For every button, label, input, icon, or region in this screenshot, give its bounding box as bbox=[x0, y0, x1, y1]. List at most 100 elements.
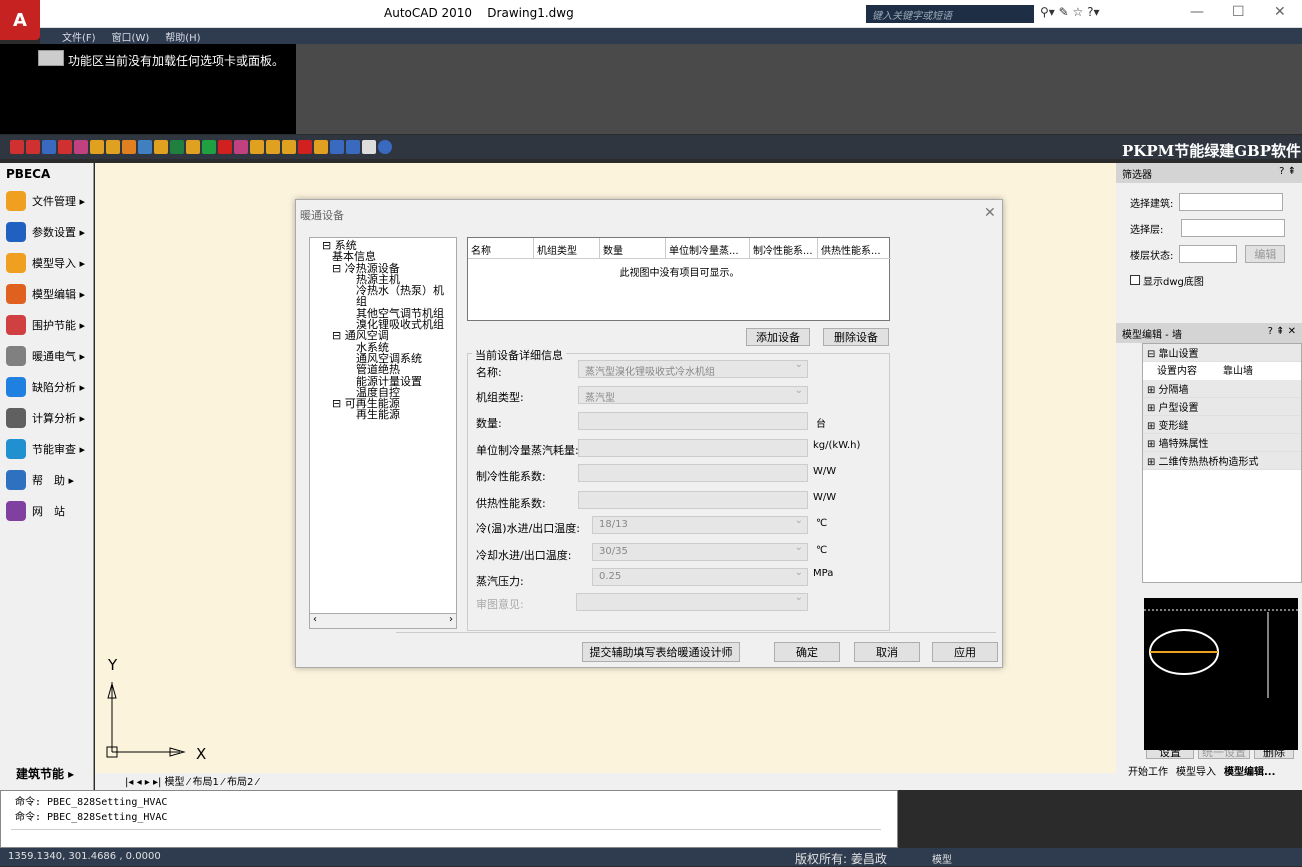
type-select[interactable]: 蒸汽型 bbox=[578, 385, 808, 404]
tree-node[interactable]: 基本信息 bbox=[314, 251, 452, 263]
tool-icon[interactable] bbox=[346, 140, 360, 154]
menu-item[interactable]: 计算分析 ▸ bbox=[0, 402, 93, 433]
tool-icon[interactable] bbox=[186, 140, 200, 154]
menu-window[interactable]: 窗口(W) bbox=[112, 29, 150, 44]
tree-node[interactable]: 管道绝热 bbox=[314, 364, 452, 376]
menu-file[interactable]: 文件(F) bbox=[62, 29, 96, 44]
tree-node[interactable]: ⊞ 墙特殊属性 bbox=[1143, 434, 1301, 452]
infocenter-icons[interactable]: ⚲▾ ✎ ☆ ?▾ bbox=[1040, 5, 1099, 19]
name-select[interactable]: 蒸汽型溴化锂吸收式冷水机组 bbox=[578, 359, 808, 378]
window-title: AutoCAD 2010 Drawing1.dwg bbox=[384, 6, 574, 20]
tab-start[interactable]: 开始工作 bbox=[1128, 763, 1168, 778]
tool-icon[interactable] bbox=[362, 140, 376, 154]
zoom-icon[interactable] bbox=[42, 140, 56, 154]
cancel-button[interactable]: 取消 bbox=[854, 642, 920, 662]
tab-model-edit[interactable]: 模型编辑... bbox=[1224, 763, 1275, 778]
col-header[interactable]: 机组类型 bbox=[534, 238, 600, 258]
close-icon[interactable]: ✕ bbox=[984, 205, 996, 221]
press-select[interactable]: 0.25 bbox=[592, 567, 808, 586]
tree-node[interactable]: 再生能源 bbox=[314, 409, 452, 421]
chw-select[interactable]: 18/13 bbox=[592, 515, 808, 534]
cw-unit: ℃ bbox=[816, 545, 828, 556]
menu-item[interactable]: 围护节能 ▸ bbox=[0, 309, 93, 340]
tool-icon[interactable] bbox=[282, 140, 296, 154]
building-select[interactable] bbox=[1179, 193, 1284, 211]
tree-node[interactable]: ⊟ 通风空调 bbox=[314, 330, 452, 342]
tool-icon[interactable] bbox=[250, 140, 264, 154]
menu-item[interactable]: 模型编辑 ▸ bbox=[0, 278, 93, 309]
building-energy-menu[interactable]: 建筑节能 ▸ bbox=[16, 765, 74, 782]
tree-node[interactable]: ⊞ 二维传热热桥构造形式 bbox=[1143, 452, 1301, 470]
tree-scrollbar[interactable]: ‹ › bbox=[309, 613, 457, 629]
ok-button[interactable]: 确定 bbox=[774, 642, 840, 662]
delete-equipment-button[interactable]: 删除设备 bbox=[823, 328, 889, 346]
menu-item[interactable]: 帮 助 ▸ bbox=[0, 464, 93, 495]
menu-item[interactable]: 暖通电气 ▸ bbox=[0, 340, 93, 371]
tool-icon[interactable] bbox=[106, 140, 120, 154]
tool-icon[interactable] bbox=[266, 140, 280, 154]
cop-heat-input[interactable] bbox=[578, 491, 808, 509]
qty-input[interactable] bbox=[578, 412, 808, 430]
help-icon[interactable] bbox=[378, 140, 392, 154]
tool-icon[interactable] bbox=[74, 140, 88, 154]
tool-icon[interactable] bbox=[314, 140, 328, 154]
tool-icon[interactable] bbox=[10, 140, 24, 154]
close-icon[interactable]: ✕ bbox=[1274, 4, 1286, 20]
menu-item[interactable]: 模型导入 ▸ bbox=[0, 247, 93, 278]
search-input[interactable]: 键入关键字或短语 bbox=[866, 5, 1034, 23]
tool-icon[interactable] bbox=[218, 140, 232, 154]
col-header[interactable]: 单位制冷量蒸... bbox=[666, 238, 750, 258]
menu-item[interactable]: 节能审查 ▸ bbox=[0, 433, 93, 464]
edit-button[interactable]: 编辑 bbox=[1245, 245, 1286, 263]
tab-model-import[interactable]: 模型导入 bbox=[1176, 763, 1216, 778]
tree-node[interactable]: ⊞ 户型设置 bbox=[1143, 398, 1301, 416]
menu-item[interactable]: 缺陷分析 ▸ bbox=[0, 371, 93, 402]
maximize-icon[interactable]: ☐ bbox=[1232, 4, 1245, 20]
menu-help[interactable]: 帮助(H) bbox=[165, 29, 200, 44]
setting-value[interactable]: 靠山墙 bbox=[1223, 362, 1253, 380]
cop-cool-input[interactable] bbox=[578, 464, 808, 482]
menu-item[interactable]: 参数设置 ▸ bbox=[0, 216, 93, 247]
tree-node[interactable]: ⊞ 变形缝 bbox=[1143, 416, 1301, 434]
tree-node[interactable]: ⊟ 靠山设置 bbox=[1143, 344, 1301, 362]
tool-icon[interactable] bbox=[234, 140, 248, 154]
press-unit: MPa bbox=[813, 568, 834, 579]
menu-item[interactable]: 文件管理 ▸ bbox=[0, 185, 93, 216]
save-icon[interactable] bbox=[330, 140, 344, 154]
command-input[interactable] bbox=[11, 829, 881, 847]
tool-icon[interactable] bbox=[154, 140, 168, 154]
minimize-icon[interactable]: — bbox=[1190, 4, 1204, 20]
hvac-equipment-dialog: 暖通设备 ✕ ⊟ 系统 基本信息 ⊟ 冷热源设备 热源主机 冷热水（热泵）机组 其他空气调… bbox=[295, 199, 1003, 668]
tool-icon[interactable] bbox=[138, 140, 152, 154]
col-header[interactable]: 名称 bbox=[468, 238, 534, 258]
col-header[interactable]: 供热性能系... bbox=[818, 238, 890, 258]
tree-node[interactable]: 冷热水（热泵）机组 bbox=[314, 285, 452, 308]
tool-icon[interactable] bbox=[202, 140, 216, 154]
tree-node[interactable]: ⊞ 分隔墙 bbox=[1143, 380, 1301, 398]
model-edit-tree[interactable]: ⊟ 靠山设置 设置内容 靠山墙 ⊞ 分隔墙 ⊞ 户型设置 ⊞ 变形缝 ⊞ 墙特殊属… bbox=[1142, 343, 1302, 583]
tool-icon[interactable] bbox=[122, 140, 136, 154]
menu-item[interactable]: 网 站 bbox=[0, 495, 93, 526]
system-tree[interactable]: ⊟ 系统 基本信息 ⊟ 冷热源设备 热源主机 冷热水（热泵）机组 其他空气调节机组 溴化锂吸… bbox=[309, 237, 457, 629]
autocad-logo-icon[interactable]: A bbox=[0, 0, 40, 40]
divider bbox=[396, 632, 996, 633]
tool-icon[interactable] bbox=[90, 140, 104, 154]
col-header[interactable]: 数量 bbox=[600, 238, 666, 258]
undo-icon[interactable] bbox=[298, 140, 312, 154]
col-header[interactable]: 制冷性能系... bbox=[750, 238, 818, 258]
steam-input[interactable] bbox=[578, 439, 808, 457]
review-select[interactable] bbox=[576, 592, 808, 611]
tool-icon[interactable] bbox=[26, 140, 40, 154]
tool-icon[interactable] bbox=[170, 140, 184, 154]
tool-icon[interactable] bbox=[58, 140, 72, 154]
floor-select[interactable] bbox=[1181, 219, 1286, 237]
equipment-table[interactable]: 名称 机组类型 数量 单位制冷量蒸... 制冷性能系... 供热性能系... 此… bbox=[467, 237, 891, 321]
submit-button[interactable]: 提交辅助填写表给暖通设计师 bbox=[582, 642, 740, 662]
model-button[interactable]: 模型 bbox=[932, 851, 952, 866]
command-window[interactable]: 命令: PBEC_828Setting_HVAC 命令: PBEC_828Set… bbox=[0, 790, 898, 848]
add-equipment-button[interactable]: 添加设备 bbox=[746, 328, 810, 346]
apply-button[interactable]: 应用 bbox=[932, 642, 998, 662]
cw-select[interactable]: 30/35 bbox=[592, 542, 808, 561]
layout-tabs[interactable]: |◂ ◂ ▸ ▸| 模型 ⁄ 布局1 ⁄ 布局2 ⁄ bbox=[95, 773, 1116, 790]
show-dwg-checkbox[interactable] bbox=[1130, 275, 1140, 285]
